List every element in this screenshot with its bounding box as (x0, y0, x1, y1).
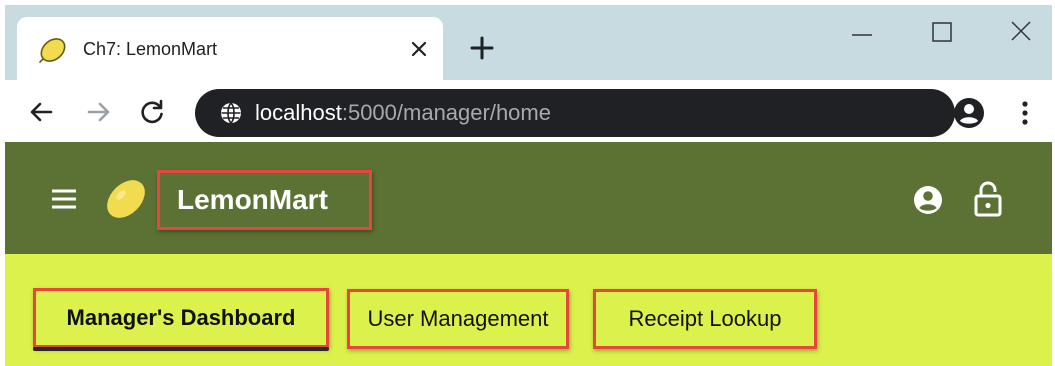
url-host: localhost (255, 100, 342, 125)
hamburger-icon[interactable] (51, 188, 77, 210)
tab-strip: Ch7: LemonMart (5, 5, 1052, 80)
url-path: :5000/manager/home (341, 100, 551, 125)
account-circle-icon[interactable] (913, 185, 943, 215)
address-url: localhost:5000/manager/home (255, 99, 551, 127)
minimize-icon[interactable] (850, 23, 874, 47)
app-title[interactable]: LemonMart (177, 184, 328, 216)
kebab-menu-icon[interactable] (1015, 98, 1035, 128)
app-navbar: Manager's Dashboard User Management Rece… (5, 254, 1052, 366)
window-close-icon[interactable] (1009, 19, 1033, 43)
globe-icon[interactable] (219, 101, 243, 125)
browser-tab[interactable]: Ch7: LemonMart (17, 17, 443, 80)
arrow-right-icon[interactable] (85, 98, 113, 126)
arrow-left-icon[interactable] (27, 98, 55, 126)
active-tab-indicator (33, 347, 329, 351)
plus-icon[interactable] (468, 34, 496, 62)
app-toolbar: LemonMart (5, 142, 1052, 254)
lock-open-icon[interactable] (971, 180, 1005, 218)
account-circle-icon[interactable] (953, 97, 985, 129)
address-bar[interactable]: localhost:5000/manager/home (195, 89, 955, 137)
nav-managers-dashboard[interactable]: Manager's Dashboard (33, 288, 329, 348)
nav-user-management[interactable]: User Management (347, 289, 569, 349)
browser-window: Ch7: LemonMart localhost:5000/manager/ho… (5, 5, 1052, 366)
tab-title: Ch7: LemonMart (83, 39, 218, 59)
lemon-icon (107, 180, 145, 218)
nav-receipt-lookup[interactable]: Receipt Lookup (593, 289, 817, 349)
browser-toolbar: localhost:5000/manager/home (5, 80, 1052, 142)
lemon-icon (39, 38, 66, 63)
maximize-icon[interactable] (930, 20, 954, 44)
reload-icon[interactable] (138, 98, 166, 126)
close-icon[interactable] (409, 39, 429, 59)
